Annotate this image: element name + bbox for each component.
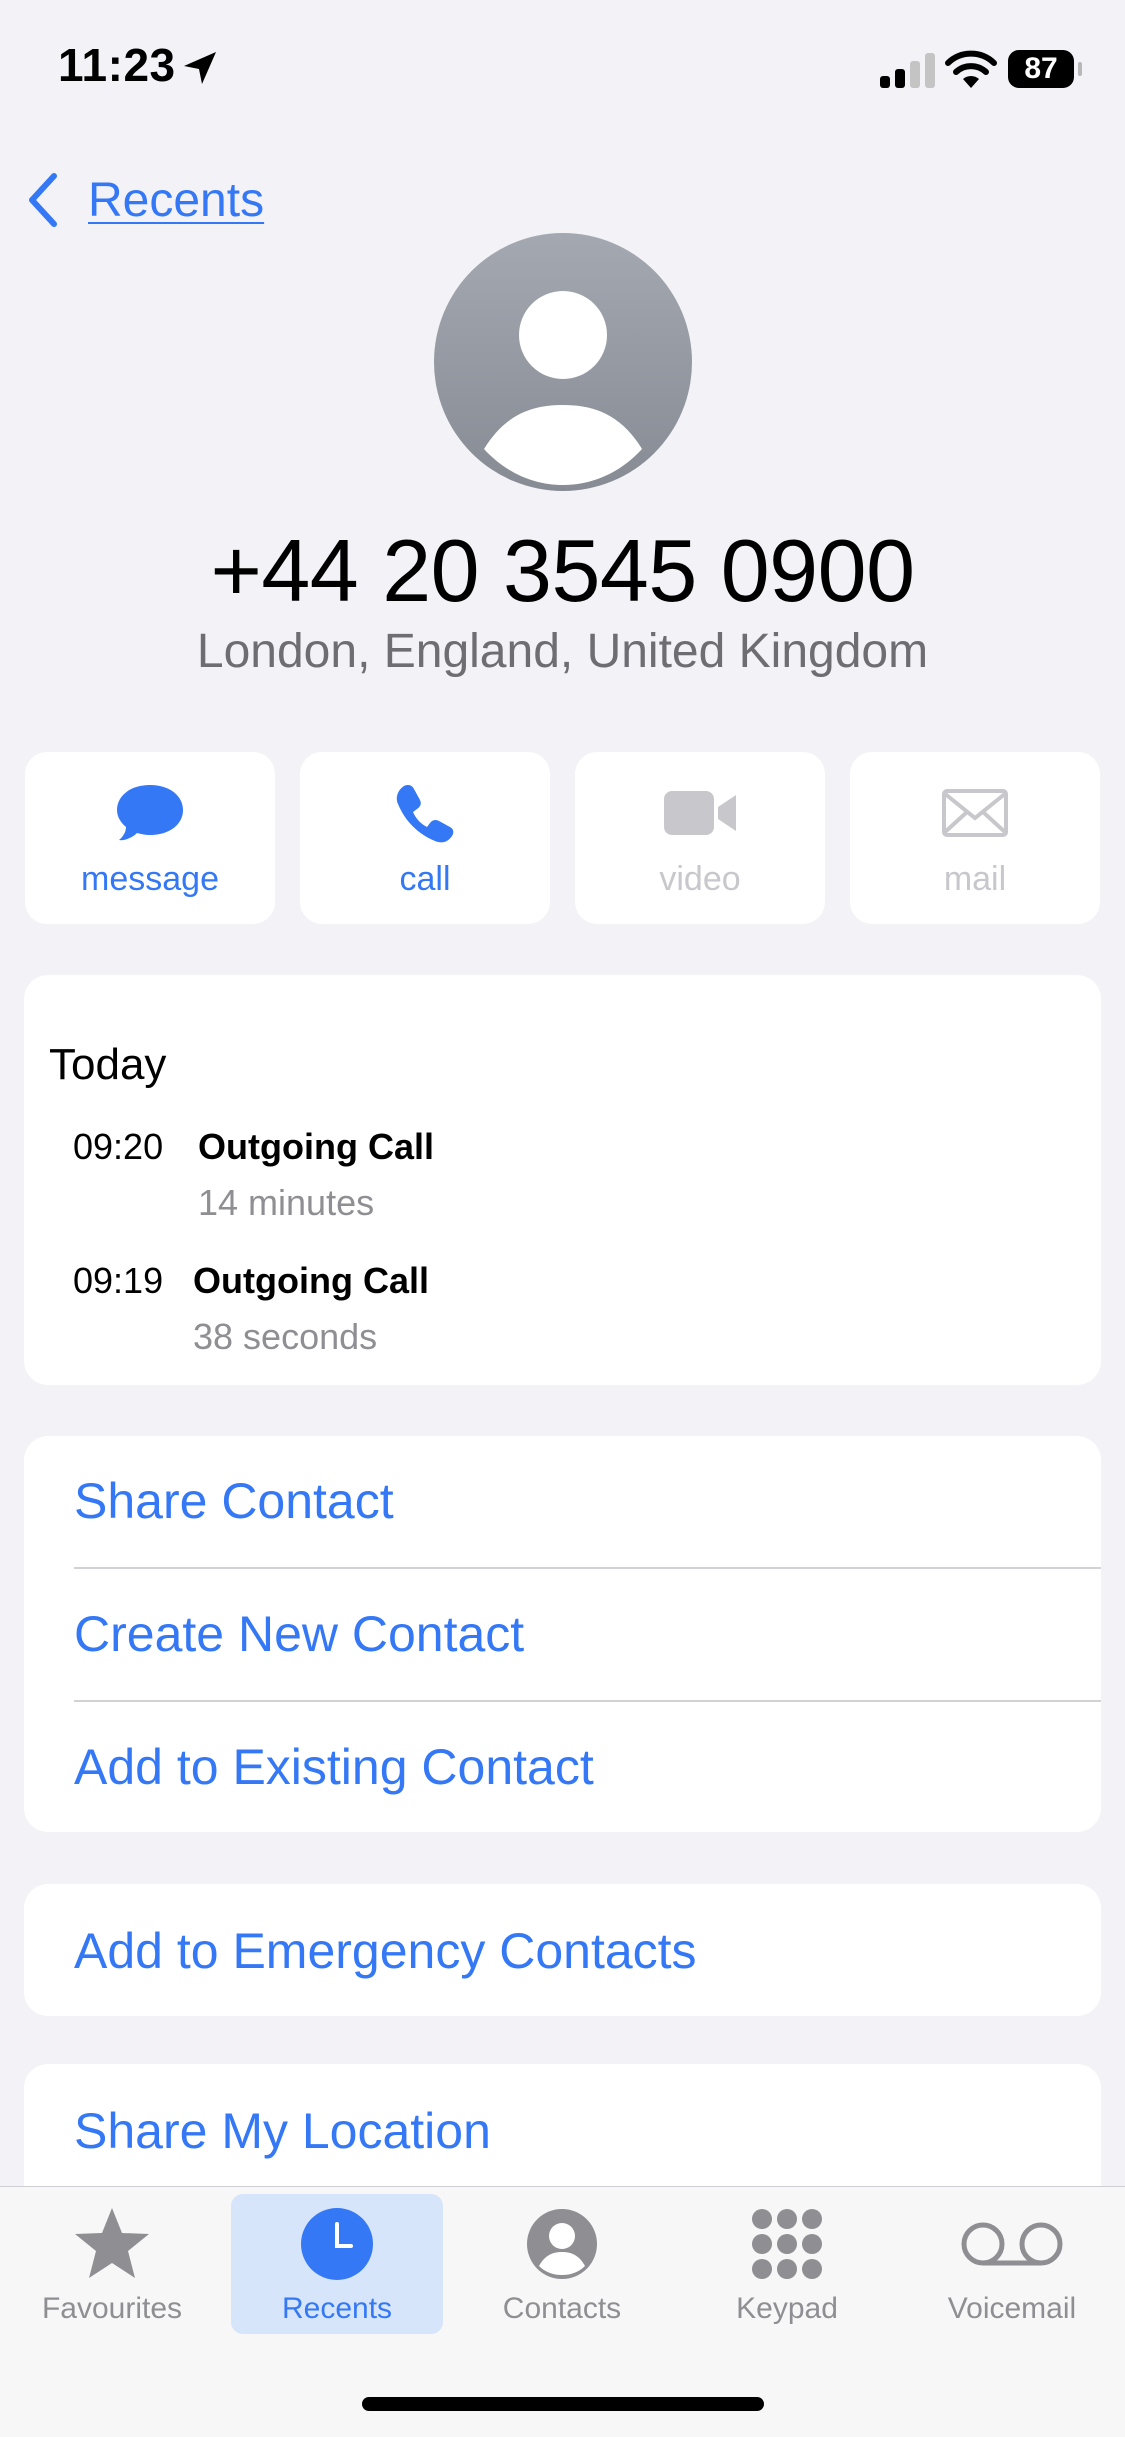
call-button[interactable]: call [300,752,550,924]
mail-button[interactable]: mail [850,752,1100,924]
call-duration: 38 seconds [193,1316,378,1357]
divider [74,1567,1101,1569]
home-indicator [362,2397,764,2411]
clock-icon [301,2208,373,2280]
avatar [434,233,692,491]
message-bubble-icon [117,785,183,841]
voicemail-icon [961,2222,1063,2266]
create-new-contact-button[interactable]: Create New Contact [74,1605,524,1663]
tab-label: Favourites [41,2292,183,2325]
location-arrow-icon [184,52,216,84]
cellular-signal-icon [880,53,935,88]
back-button[interactable]: Recents [26,168,264,232]
phone-number: +44 20 3545 0900 [210,521,915,620]
call-time: 09:20 [73,1126,164,1167]
battery-indicator: 87 [1008,50,1082,88]
tab-label: Recents [281,2292,393,2325]
tab-recents[interactable]: Recents [231,2194,443,2334]
add-to-existing-contact-button[interactable]: Add to Existing Contact [74,1738,594,1796]
tab-contacts[interactable]: Contacts [456,2194,668,2334]
mail-label: mail [943,860,1007,898]
wifi-icon [945,50,997,88]
person-circle-icon [527,2209,597,2279]
share-contact-button[interactable]: Share Contact [74,1472,394,1530]
video-button[interactable]: video [575,752,825,924]
call-duration: 14 minutes [198,1182,375,1223]
keypad-icon [752,2209,822,2279]
person-silhouette-icon [484,291,642,485]
back-label: Recents [88,173,265,227]
battery-level: 87 [1024,52,1058,85]
tab-label: Keypad [736,2292,838,2325]
status-time: 11:23 [58,39,176,91]
tab-label: Contacts [502,2292,622,2325]
tab-voicemail[interactable]: Voicemail [906,2194,1118,2334]
envelope-icon [942,789,1008,837]
phone-icon [396,785,454,843]
video-camera-icon [664,791,736,835]
call-label: call [399,860,451,898]
history-day-label: Today [49,1040,167,1089]
call-type: Outgoing Call [193,1260,429,1301]
number-location: London, England, United Kingdom [196,625,929,678]
add-to-emergency-contacts-button[interactable]: Add to Emergency Contacts [74,1922,697,1980]
call-type: Outgoing Call [198,1126,434,1167]
tab-keypad[interactable]: Keypad [681,2194,893,2334]
tab-label: Voicemail [947,2292,1077,2325]
message-label: message [81,860,219,898]
video-label: video [659,860,741,898]
call-history-card [24,975,1101,1385]
divider [74,1700,1101,1702]
call-time: 09:19 [73,1260,164,1301]
message-button[interactable]: message [25,752,275,924]
tab-favourites[interactable]: Favourites [6,2194,218,2334]
star-icon [75,2208,149,2278]
chevron-left-icon [29,173,57,227]
share-my-location-button[interactable]: Share My Location [74,2102,491,2160]
